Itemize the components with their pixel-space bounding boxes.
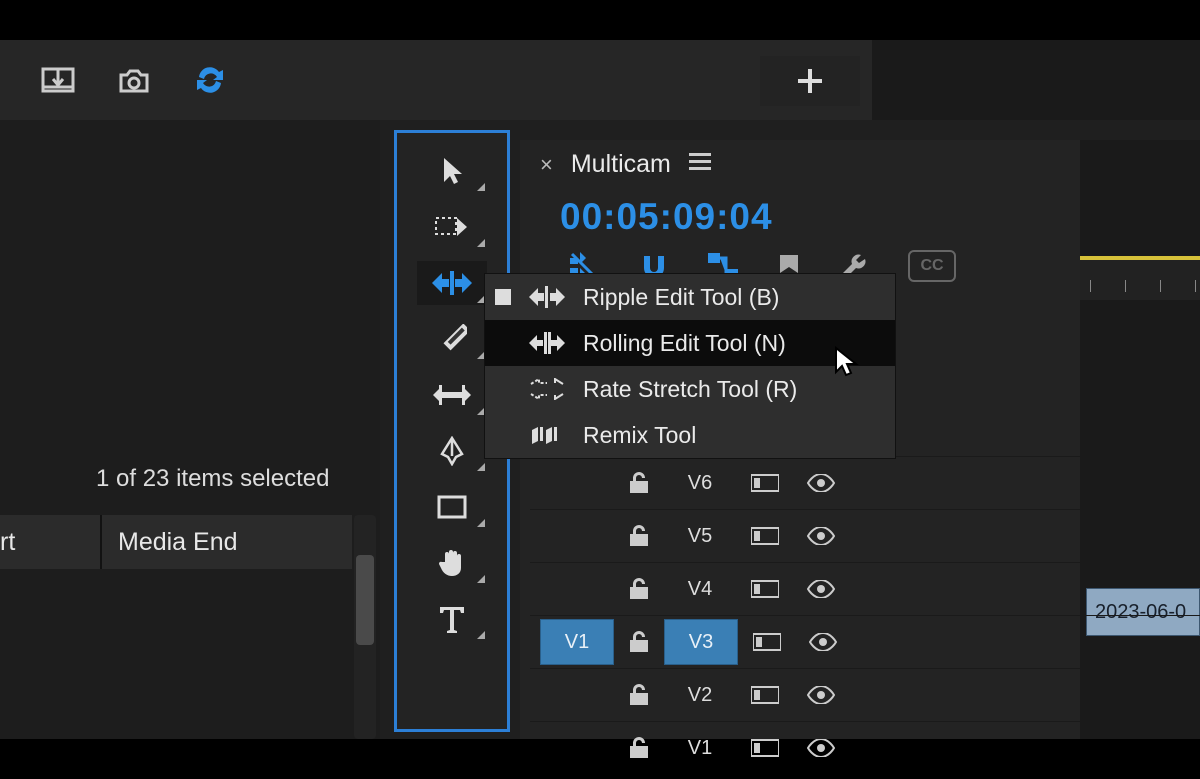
pen-tool[interactable] [417, 429, 487, 473]
track-visibility-toggle[interactable] [794, 739, 848, 757]
track-lock-toggle[interactable] [614, 736, 664, 760]
sync-lock-toggle[interactable] [736, 473, 794, 493]
remix-icon [527, 423, 567, 447]
sync-lock-toggle[interactable] [738, 632, 796, 652]
selected-indicator [495, 335, 511, 351]
hand-tool[interactable] [417, 541, 487, 585]
track-lock-toggle[interactable] [614, 471, 664, 495]
track-lock-toggle[interactable] [614, 630, 664, 654]
top-toolbar [0, 40, 1200, 120]
ripple-icon [527, 286, 567, 308]
selection-status: 1 of 23 items selected [96, 465, 329, 493]
tray-icon[interactable] [40, 62, 76, 98]
razor-tool[interactable] [417, 317, 487, 361]
flyout-item-rate[interactable]: Rate Stretch Tool (R) [485, 366, 895, 412]
column-header-1[interactable]: rt [0, 528, 15, 557]
track-target[interactable]: V5 [664, 514, 736, 558]
flyout-item-label: Rolling Edit Tool (N) [583, 330, 786, 357]
sync-lock-toggle[interactable] [736, 685, 794, 705]
track-target[interactable]: V4 [664, 567, 736, 611]
selected-indicator [495, 289, 511, 305]
sync-lock-toggle[interactable] [736, 738, 794, 758]
track-lock-toggle[interactable] [614, 524, 664, 548]
captions-button[interactable]: CC [908, 250, 956, 282]
panel-menu-button[interactable] [689, 153, 711, 176]
slip-tool[interactable] [417, 373, 487, 417]
camera-icon[interactable] [116, 62, 152, 98]
rolling-icon [527, 332, 567, 354]
rate-icon [527, 378, 567, 400]
track-row: V1 V3 [530, 615, 1200, 668]
selection-tool[interactable] [417, 149, 487, 193]
edit-tool-flyout: Ripple Edit Tool (B) Rolling Edit Tool (N… [485, 274, 895, 458]
track-lock-toggle[interactable] [614, 577, 664, 601]
time-ruler[interactable] [1080, 260, 1200, 300]
track-target[interactable]: V6 [664, 461, 736, 505]
flyout-item-label: Rate Stretch Tool (R) [583, 376, 797, 403]
track-row: V1 [530, 721, 1200, 774]
track-visibility-toggle[interactable] [794, 527, 848, 545]
column-header-2[interactable]: Media End [118, 528, 238, 556]
track-visibility-toggle[interactable] [794, 686, 848, 704]
scrollbar-thumb[interactable] [356, 555, 374, 645]
track-visibility-toggle[interactable] [794, 580, 848, 598]
rectangle-tool[interactable] [417, 485, 487, 529]
tab-close-button[interactable]: × [540, 152, 553, 178]
track-visibility-toggle[interactable] [794, 474, 848, 492]
flyout-item-ripple[interactable]: Ripple Edit Tool (B) [485, 274, 895, 320]
flyout-item-remix[interactable]: Remix Tool [485, 412, 895, 458]
project-panel: 1 of 23 items selected rt Media End [0, 120, 380, 739]
track-row: V6 [530, 456, 1200, 509]
sync-icon[interactable] [192, 62, 228, 98]
track-select-tool[interactable] [417, 205, 487, 249]
flyout-item-label: Remix Tool [583, 422, 696, 449]
column-header-row: rt Media End [0, 515, 352, 569]
add-button[interactable] [760, 56, 860, 106]
top-right-panel [872, 40, 1200, 120]
flyout-item-rolling[interactable]: Rolling Edit Tool (N) [485, 320, 895, 366]
source-patch[interactable]: V1 [540, 619, 614, 665]
ripple-edit-tool[interactable] [417, 261, 487, 305]
playhead-timecode[interactable]: 00:05:09:04 [560, 196, 773, 238]
track-lock-toggle[interactable] [614, 683, 664, 707]
track-target[interactable]: V1 [664, 726, 736, 770]
type-tool[interactable] [417, 597, 487, 641]
selected-indicator [495, 381, 511, 397]
flyout-item-label: Ripple Edit Tool (B) [583, 284, 779, 311]
selected-indicator [495, 427, 511, 443]
sync-lock-toggle[interactable] [736, 579, 794, 599]
track-visibility-toggle[interactable] [796, 633, 850, 651]
track-target[interactable]: V2 [664, 673, 736, 717]
track-row: V5 [530, 509, 1200, 562]
sequence-tab[interactable]: Multicam [571, 150, 671, 179]
track-header-area: V6 V5 V4 V1 V3 V2 V1 [530, 456, 1200, 774]
scrollbar-vertical[interactable] [354, 515, 376, 739]
sync-lock-toggle[interactable] [736, 526, 794, 546]
track-row: V2 [530, 668, 1200, 721]
track-row: V4 [530, 562, 1200, 615]
track-target[interactable]: V3 [664, 619, 738, 665]
